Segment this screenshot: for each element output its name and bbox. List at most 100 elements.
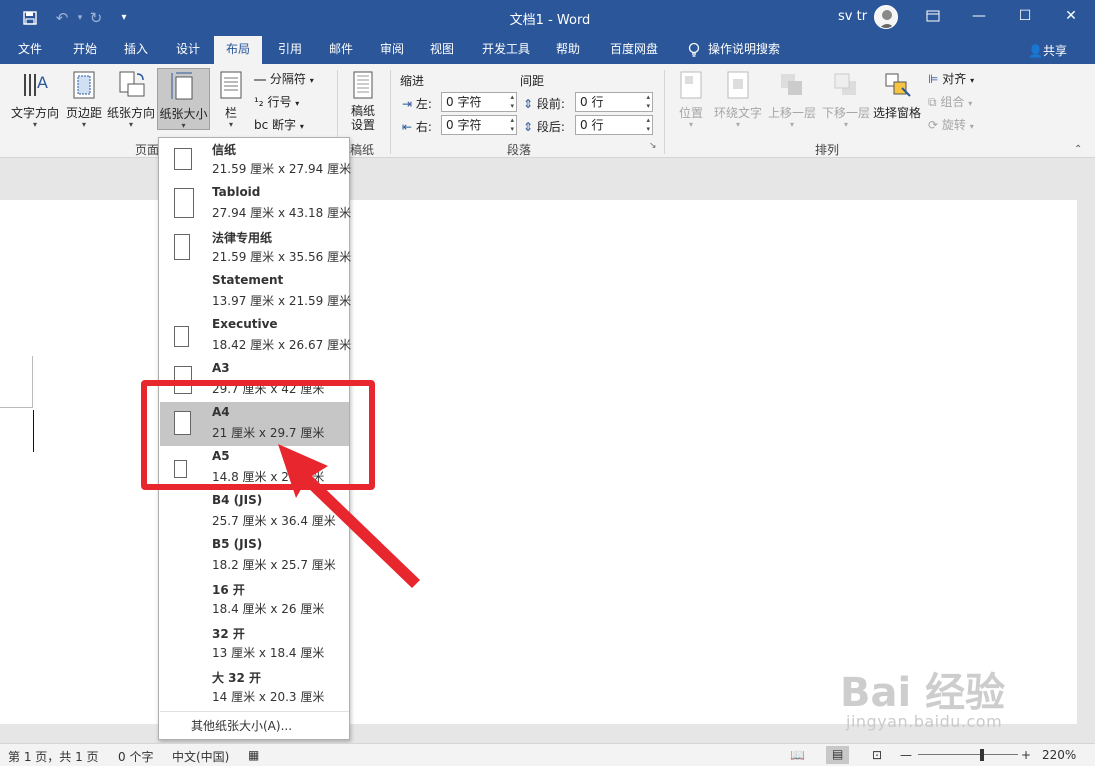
spacing-after-input[interactable]: 0 行 ▴ ▾ (575, 115, 653, 135)
position-label: 位置 (678, 106, 703, 120)
maximize-icon[interactable]: ☐ (1002, 0, 1048, 32)
paper-option-32k[interactable]: 32 开 13 厘米 x 18.4 厘米 (160, 622, 349, 666)
print-layout-icon[interactable]: ▤ (826, 746, 850, 764)
word-count[interactable]: 0 个字 (118, 748, 153, 765)
tab-view[interactable]: 视图 (420, 36, 464, 64)
wrap-text-label: 环绕文字 (713, 106, 762, 120)
draft-settings-button[interactable]: 稿纸设置 (342, 68, 384, 132)
zoom-slider-thumb[interactable] (980, 749, 984, 761)
breaks-icon: ⎯⎯ (254, 72, 267, 86)
customize-qa-icon[interactable]: ▾ (114, 8, 134, 28)
indent-right-input[interactable]: 0 字符 ▴ ▾ (441, 115, 517, 135)
size-button[interactable]: 纸张大小 ▾ (157, 68, 210, 130)
margin-marker (0, 356, 33, 408)
indent-right-icon: ⇤ (402, 120, 413, 134)
hyphenation-button[interactable]: bc 断字 ▾ (254, 116, 304, 133)
read-mode-icon[interactable]: 📖 (790, 748, 805, 762)
tab-design[interactable]: 设计 (166, 36, 210, 64)
bring-forward-label: 上移一层 (767, 106, 816, 120)
paragraph-launcher-icon[interactable]: ↘ (649, 141, 657, 151)
line-numbers-label: 行号 (267, 95, 292, 109)
bring-forward-icon (781, 74, 802, 95)
save-icon[interactable] (20, 8, 40, 28)
align-label: 对齐 (942, 72, 967, 86)
share-button[interactable]: 👤共享 (1028, 42, 1067, 59)
ribbon-display-icon[interactable] (910, 0, 956, 32)
zoom-out-icon[interactable]: — (900, 748, 912, 762)
accessibility-icon[interactable]: ▦ (248, 748, 259, 762)
baidu-watermark: Bai 经验 jingyan.baidu.com (840, 652, 1040, 742)
spacing-heading: 间距 (520, 74, 545, 88)
tab-review[interactable]: 审阅 (370, 36, 414, 64)
columns-icon (220, 71, 242, 99)
tab-home[interactable]: 开始 (63, 36, 107, 64)
paper-option-large-32k[interactable]: 大 32 开 14 厘米 x 20.3 厘米 (160, 666, 349, 710)
paper-option-tabloid[interactable]: Tabloid 27.94 厘米 x 43.18 厘米 (160, 182, 351, 226)
paper-option-executive[interactable]: Executive 18.42 厘米 x 26.67 厘米 (160, 314, 352, 358)
lightbulb-icon (684, 36, 704, 64)
indent-left-input[interactable]: 0 字符 ▴ ▾ (441, 92, 517, 112)
share-label: 共享 (1042, 44, 1067, 58)
columns-button[interactable]: 栏 ▾ (212, 68, 250, 130)
web-layout-icon[interactable]: ⊡ (872, 748, 882, 762)
selection-pane-button[interactable]: 选择窗格 (872, 68, 922, 130)
person-icon: 👤 (1028, 44, 1043, 58)
zoom-level[interactable]: 220% (1042, 748, 1076, 762)
text-direction-button[interactable]: A 文字方向 ▾ (8, 68, 62, 130)
tell-me-search[interactable]: 操作说明搜索 (708, 36, 788, 64)
option-name: 信纸 (212, 143, 237, 157)
tab-help[interactable]: 帮助 (546, 36, 590, 64)
wrap-text-button[interactable]: 环绕文字 ▾ (712, 68, 764, 130)
minimize-icon[interactable]: — (956, 0, 1002, 32)
paper-option-legal[interactable]: 法律专用纸 21.59 厘米 x 35.56 厘米 (160, 226, 352, 270)
zoom-in-icon[interactable]: + (1021, 748, 1031, 762)
language-status[interactable]: 中文(中国) (172, 748, 229, 765)
paper-option-letter[interactable]: 信纸 21.59 厘米 x 27.94 厘米 (160, 138, 351, 182)
rotate-icon: ⟳ (928, 118, 939, 132)
line-numbers-button[interactable]: ¹₂ 行号 ▾ (254, 93, 299, 110)
option-name: B4 (JIS) (212, 493, 263, 507)
option-dims: 14 厘米 x 20.3 厘米 (212, 690, 325, 704)
breaks-button[interactable]: ⎯⎯ 分隔符 ▾ (254, 70, 314, 87)
orientation-icon (119, 71, 145, 97)
selection-pane-label: 选择窗格 (872, 106, 921, 120)
option-dims: 18.42 厘米 x 26.67 厘米 (212, 338, 352, 352)
tab-mailings[interactable]: 邮件 (319, 36, 363, 64)
bring-forward-button[interactable]: 上移一层 ▾ (766, 68, 818, 130)
paper-option-statement[interactable]: Statement 13.97 厘米 x 21.59 厘米 (160, 270, 351, 314)
page-icon (174, 326, 189, 347)
draft-group-label: 稿纸 (350, 143, 375, 157)
indent-left-icon: ⇥ (402, 97, 413, 111)
tab-references[interactable]: 引用 (268, 36, 312, 64)
spacing-before-input[interactable]: 0 行 ▴ ▾ (575, 92, 653, 112)
group-button[interactable]: ⧉ 组合 ▾ (928, 93, 972, 110)
dropdown-separator (160, 711, 349, 712)
hyphenation-icon: bc (254, 118, 269, 132)
tab-developer[interactable]: 开发工具 (476, 36, 536, 64)
wrap-text-icon (727, 71, 749, 99)
hyphenation-label: 断字 (272, 118, 297, 132)
user-name[interactable]: sv tr (838, 9, 867, 24)
rotate-button[interactable]: ⟳ 旋转 ▾ (928, 116, 974, 133)
tab-layout[interactable]: 布局 (214, 36, 262, 64)
position-button[interactable]: 位置 ▾ (672, 68, 710, 130)
avatar[interactable] (874, 5, 898, 29)
ribbon-tabs: 文件 开始 插入 设计 布局 引用 邮件 审阅 视图 开发工具 帮助 百度网盘 … (0, 36, 1095, 64)
send-backward-button[interactable]: 下移一层 ▾ (820, 68, 872, 130)
zoom-slider-track[interactable] (918, 754, 1018, 755)
tab-baidu-netdisk[interactable]: 百度网盘 (602, 36, 666, 64)
undo-icon[interactable]: ↶ (52, 8, 72, 28)
more-paper-sizes-button[interactable]: 其他纸张大小(A)... (191, 717, 292, 734)
collapse-ribbon-icon[interactable]: ⌃ (1074, 144, 1082, 155)
orientation-button[interactable]: 纸张方向 ▾ (106, 68, 156, 130)
tab-file[interactable]: 文件 (8, 36, 52, 64)
redo-icon[interactable]: ↻ (86, 8, 106, 28)
tab-insert[interactable]: 插入 (114, 36, 158, 64)
page-count[interactable]: 第 1 页，共 1 页 (8, 748, 99, 765)
close-icon[interactable]: ✕ (1048, 0, 1094, 32)
option-dims: 21.59 厘米 x 35.56 厘米 (212, 250, 352, 264)
watermark-brand: Bai 经验 (840, 670, 1006, 716)
align-button[interactable]: ⊫ 对齐 ▾ (928, 70, 974, 87)
group-icon: ⧉ (928, 95, 937, 109)
margins-button[interactable]: 页边距 ▾ (64, 68, 104, 130)
